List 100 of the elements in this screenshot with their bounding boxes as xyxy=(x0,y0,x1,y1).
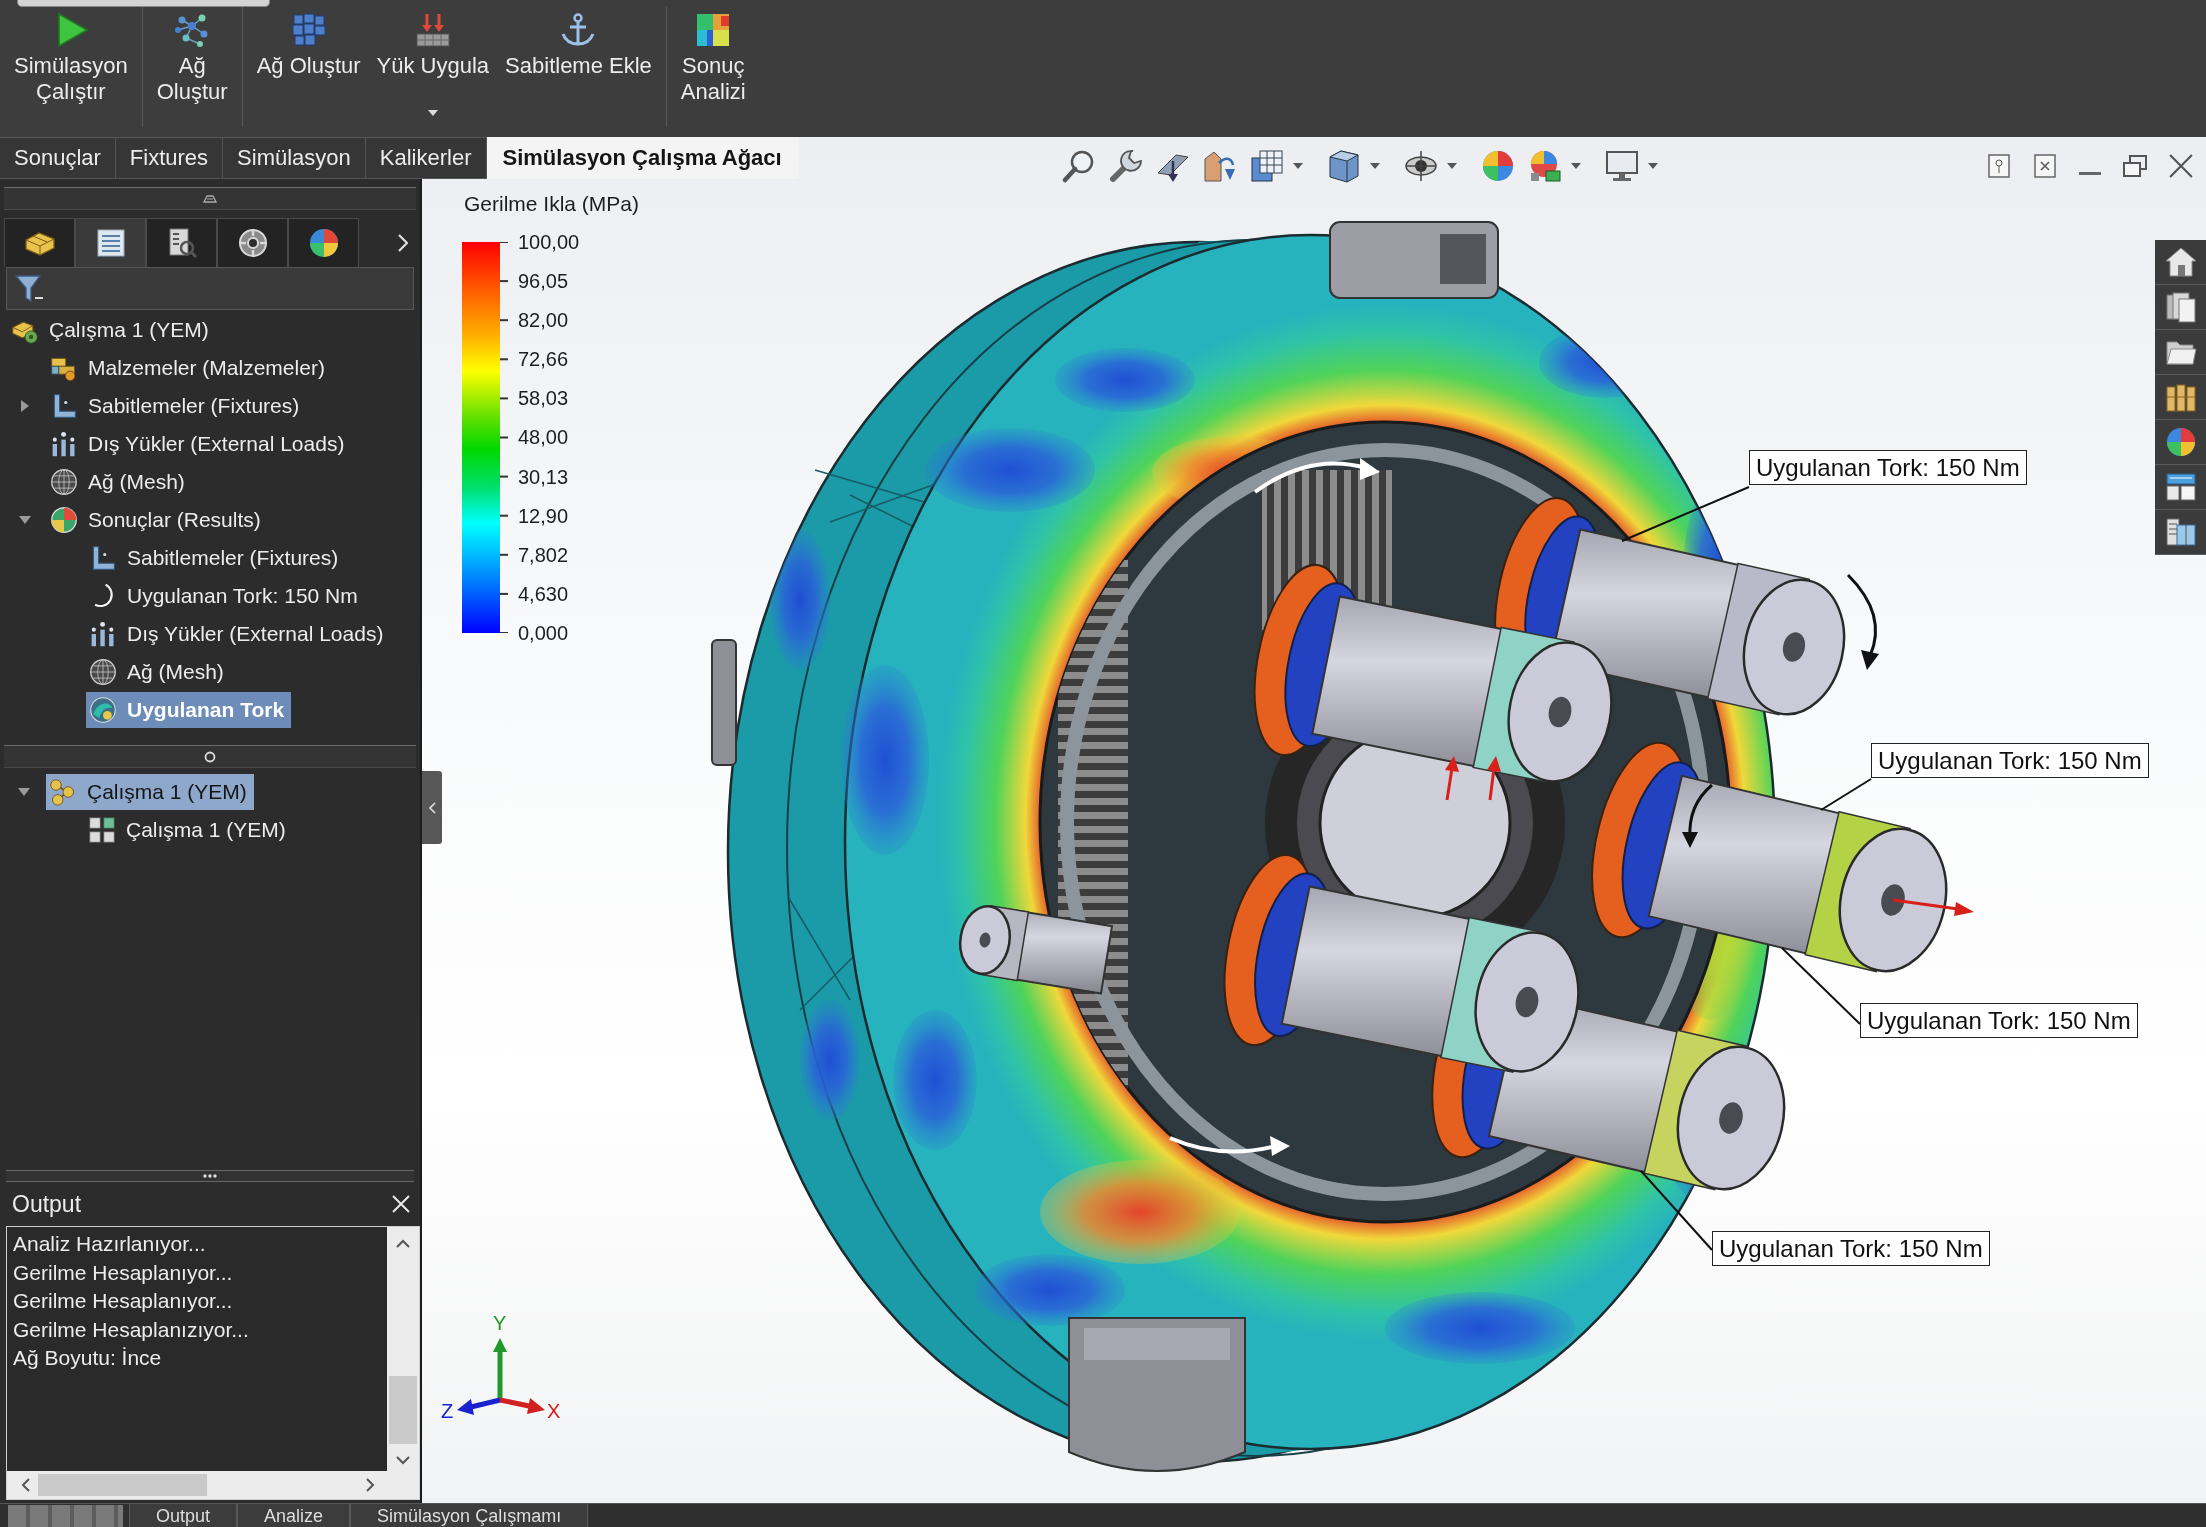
color-grid-icon xyxy=(695,12,732,48)
callout-label: Uygulanan Tork: 150 Nm xyxy=(1712,1231,1990,1266)
log-line: Gerilme Hesaplanızıyor... xyxy=(13,1316,249,1343)
tab[interactable]: Kalikerler xyxy=(365,137,487,179)
load-bars-icon xyxy=(89,620,117,648)
collapse-arrow-icon[interactable] xyxy=(18,786,30,798)
tab[interactable]: Analize xyxy=(237,1504,351,1527)
rotation-arrow-icon xyxy=(1169,1136,1290,1156)
tree-item[interactable]: Çalışma 1 (YEM) xyxy=(8,312,216,348)
vertical-scrollbar[interactable] xyxy=(387,1227,419,1471)
caret-icon[interactable] xyxy=(1571,163,1581,169)
globe-icon xyxy=(50,468,78,496)
parts-arrow-icon[interactable] xyxy=(1203,149,1237,183)
tree-item[interactable]: Sabitlemeler (Fixtures) xyxy=(86,540,346,576)
ribbon-button[interactable]: Sabitleme Ekle xyxy=(497,7,660,127)
caret-icon[interactable] xyxy=(1293,163,1303,169)
chain-icon xyxy=(49,778,77,806)
collapse-arrow-icon[interactable] xyxy=(19,514,31,526)
horizontal-scrollbar[interactable] xyxy=(7,1471,419,1499)
ribbon-button[interactable]: Sonuç Analizi xyxy=(672,7,754,127)
close-icon[interactable] xyxy=(2169,154,2193,178)
callout-label: Uygulanan Tork: 150 Nm xyxy=(1749,450,2027,485)
panel-tab[interactable] xyxy=(288,218,359,267)
scale-value: 48,00 xyxy=(518,425,569,450)
magnifier-icon[interactable] xyxy=(1062,149,1096,183)
tree-item[interactable]: Dış Yükler (External Loads) xyxy=(86,616,391,652)
grid-view-icon[interactable] xyxy=(1250,149,1284,183)
pin-box-icon[interactable] xyxy=(1987,154,2011,178)
force-arrow-icon xyxy=(1487,756,1501,801)
panel-tab[interactable] xyxy=(217,218,288,267)
tree-item[interactable]: Ağ (Mesh) xyxy=(86,654,231,690)
eye-ring-icon[interactable] xyxy=(1404,149,1438,183)
palette-sphere-icon[interactable] xyxy=(1528,149,1562,183)
window-layout-icon[interactable] xyxy=(2164,516,2197,548)
chevron-up-icon[interactable] xyxy=(396,1239,410,1248)
chevron-left-icon[interactable] xyxy=(21,1478,30,1492)
crosshair-icon xyxy=(236,227,269,259)
caret-icon[interactable] xyxy=(1447,163,1457,169)
documents-icon[interactable] xyxy=(2164,291,2197,323)
ribbon-button[interactable]: Ağ Oluştur xyxy=(148,7,236,127)
panel-title: Output xyxy=(12,1190,82,1218)
chevron-right-icon[interactable] xyxy=(366,1478,375,1492)
tree-item[interactable]: Malzemeler (Malzemeler) xyxy=(47,350,332,386)
ribbon-button[interactable]: Simülasyon Çalıştır xyxy=(6,7,136,127)
expand-arrow-icon[interactable] xyxy=(19,400,31,412)
parts-icon[interactable] xyxy=(2164,381,2197,413)
tab[interactable]: Simülasyon Çalışma Ağacı xyxy=(486,137,799,179)
wrench-icon[interactable] xyxy=(1109,149,1143,183)
monitor-icon[interactable] xyxy=(1605,149,1639,183)
collapse-handle[interactable] xyxy=(422,771,442,844)
caret-icon[interactable] xyxy=(1370,163,1380,169)
tab[interactable]: Sonuçlar xyxy=(0,137,116,179)
tab[interactable]: Simülasyon xyxy=(223,137,366,179)
cube-icon[interactable] xyxy=(1327,149,1361,183)
filter-field[interactable] xyxy=(6,267,414,310)
scrollbar-thumb[interactable] xyxy=(38,1474,207,1496)
anchor-icon xyxy=(560,12,597,48)
panel-tab[interactable] xyxy=(146,218,217,267)
scale-value: 100,00 xyxy=(518,230,580,254)
parts-grid-icon xyxy=(88,816,116,844)
scale-value: 82,00 xyxy=(518,308,569,333)
tree-item[interactable]: Uygulanan Tork: 150 Nm xyxy=(86,578,365,614)
restore-icon[interactable] xyxy=(2123,154,2147,178)
close-box-icon[interactable] xyxy=(2033,154,2057,178)
tree-item[interactable]: Sonuçlar (Results) xyxy=(47,502,268,538)
tab[interactable]: Simülasyon Çalışmamı xyxy=(350,1504,589,1527)
tree-item[interactable]: Ağ (Mesh) xyxy=(47,464,192,500)
rotation-arrow-icon xyxy=(1253,458,1380,494)
panel-tab[interactable] xyxy=(4,218,75,267)
tab[interactable]: Fixtures xyxy=(115,137,224,179)
filter-icon xyxy=(15,273,45,304)
tab[interactable]: Output xyxy=(129,1504,238,1527)
color-wheel-icon[interactable] xyxy=(2164,426,2197,458)
scrollbar-thumb[interactable] xyxy=(389,1376,417,1444)
force-arrow-icon xyxy=(1445,756,1459,801)
callout-label: Uygulanan Tork: 150 Nm xyxy=(1871,743,2149,778)
color-sphere-icon[interactable] xyxy=(1481,149,1515,183)
scale-value: 4,630 xyxy=(518,581,569,606)
stress-plot-icon xyxy=(89,696,117,724)
ribbon-button[interactable]: Yük Uygula xyxy=(368,7,498,127)
tree-item[interactable]: Dış Yükler (External Loads) xyxy=(47,426,352,462)
log-line: Gerilme Hesaplanıyor... xyxy=(13,1259,233,1286)
tree-item[interactable]: Sabitlemeler (Fixtures) xyxy=(47,388,307,424)
color-wheel-icon xyxy=(307,227,340,259)
axis-label: Z xyxy=(441,1400,454,1422)
input-field[interactable] xyxy=(17,0,270,7)
panel-tab[interactable] xyxy=(75,218,146,267)
scale-value: 30,13 xyxy=(518,464,569,489)
ribbon-button[interactable]: Ağ Oluştur xyxy=(248,7,369,127)
display-panel-icon[interactable] xyxy=(2164,471,2197,503)
circle-handle-icon xyxy=(204,750,216,763)
tree-item[interactable]: Çalışma 1 (YEM) xyxy=(46,774,254,810)
scale-value: 0,000 xyxy=(518,620,569,645)
scale-value: 58,03 xyxy=(518,386,569,411)
minimize-icon[interactable] xyxy=(2079,171,2101,175)
list-icon xyxy=(94,227,127,259)
tree-item[interactable]: Çalışma 1 (YEM) xyxy=(85,812,293,848)
caret-icon[interactable] xyxy=(1648,163,1658,169)
home-icon[interactable] xyxy=(2164,246,2197,278)
chevron-down-icon[interactable] xyxy=(396,1456,410,1465)
